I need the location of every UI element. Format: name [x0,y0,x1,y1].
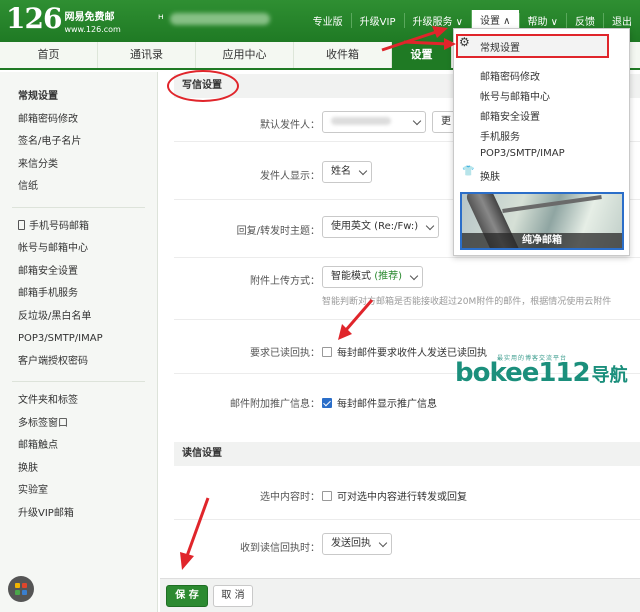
user-icon: ᵸ [158,12,164,26]
sender-display-select[interactable]: 姓名 [322,161,372,183]
settings-sidebar: 常规设置 邮箱密码修改 签名/电子名片 来信分类 信纸 手机号码邮箱 帐号与邮箱… [0,72,158,612]
divider [12,381,145,382]
logo-url: www.126.com [64,25,121,34]
menu-item-general[interactable]: 常规设置 [480,39,520,54]
watermark-brand: bokee112 [455,358,591,388]
divider [12,206,145,208]
cancel-button[interactable]: 取 消 [213,585,253,607]
nav-logout[interactable]: 退出 [603,13,640,28]
settings-dropdown-menu: ⚙ 常规设置 邮箱密码修改 帐号与邮箱中心 邮箱安全设置 手机服务 POP3/S… [453,28,630,256]
menu-item-skin[interactable]: 换肤 [480,168,500,183]
blurred-username [169,13,270,25]
section-read-settings: 读信设置 [174,442,640,466]
sidebar-item-touchpoint[interactable]: 邮箱触点 [0,435,157,458]
read-receipt-response-select[interactable]: 发送回执 [322,533,392,555]
nav-upgrade-vip[interactable]: 升级VIP [350,13,404,28]
nav-help[interactable]: 帮助 ∨ [518,13,567,28]
tab-app-center[interactable]: 应用中心 [196,42,294,68]
nav-pro[interactable]: 专业版 [305,13,351,28]
nav-settings[interactable]: 设置 ∧ [471,10,519,29]
sidebar-item-mail-filter[interactable]: 来信分类 [0,154,157,177]
menu-item-mobile-service[interactable]: 手机服务 [480,128,520,143]
sidebar-item-security[interactable]: 邮箱安全设置 [0,261,157,284]
gear-icon: ⚙ [459,35,470,49]
nav-feedback[interactable]: 反馈 [566,13,603,28]
select-content-checkbox[interactable] [322,490,332,501]
sidebar-item-general[interactable]: 常规设置 [0,86,157,109]
sidebar-item-folders[interactable]: 文件夹和标签 [0,390,157,413]
watermark-tagline: 最实用的博客交流平台 [497,355,568,362]
sidebar-item-client-auth[interactable]: 客户端授权密码 [0,351,157,374]
default-sender-label: 默认发件人： [260,120,320,131]
sidebar-item-mobile-service[interactable]: 邮箱手机服务 [0,283,157,306]
sidebar-item-skin[interactable]: 换肤 [0,458,157,481]
site-watermark: bokee112 导航 最实用的博客交流平台 [455,355,628,388]
sidebar-item-multitab[interactable]: 多标签窗口 [0,413,157,436]
menu-item-password[interactable]: 邮箱密码修改 [480,68,540,83]
nav-upgrade-service[interactable]: 升级服务 ∨ [403,13,472,28]
attachment-hint: 智能判断对方邮箱是否能接收超过20M附件的邮件，根据情况使用云附件 [322,297,612,307]
highlight-box [456,34,609,58]
row-read-receipt-response: 收到读信回执时： 发送回执 [174,520,640,570]
sidebar-item-account-center[interactable]: 帐号与邮箱中心 [0,238,157,261]
read-receipt-checkbox[interactable] [322,346,332,357]
sidebar-item-lab[interactable]: 实验室 [0,480,157,503]
row-select-content: 选中内容时： 可对选中内容进行转发或回复 [174,466,640,520]
sidebar-item-phone-mailbox[interactable]: 手机号码邮箱 [0,216,157,239]
menu-item-security[interactable]: 邮箱安全设置 [480,108,540,123]
action-bar: 保 存 取 消 [160,578,640,612]
sidebar-item-upgrade-vip[interactable]: 升级VIP邮箱 [0,503,157,526]
annotation-ellipse [167,70,239,102]
row-attachment-mode: 附件上传方式： 智能模式 (推荐) 智能判断对方邮箱是否能接收超过20M附件的邮… [174,258,640,320]
tab-home[interactable]: 首页 [0,42,98,68]
app-launcher-icon[interactable] [8,576,34,602]
watermark-cn: 导航 [591,365,628,386]
promo-info-text: 每封邮件显示推广信息 [337,399,437,410]
skin-thumbnail[interactable]: 纯净邮箱 [460,192,624,250]
tab-inbox[interactable]: 收件箱 [294,42,392,68]
attachment-mode-select[interactable]: 智能模式 (推荐) [322,266,423,288]
menu-item-pop3[interactable]: POP3/SMTP/IMAP [480,148,565,159]
skin-caption: 纯净邮箱 [462,233,622,248]
user-account[interactable]: ᵸ [158,12,270,26]
shirt-icon: 👕 [462,166,475,177]
sidebar-item-stationery[interactable]: 信纸 [0,176,157,199]
select-content-text: 可对选中内容进行转发或回复 [337,492,467,503]
phone-icon [18,219,25,230]
logo-title: 网易免费邮 [64,12,115,23]
menu-item-account-center[interactable]: 帐号与邮箱中心 [480,88,550,103]
logo-number: 126 [6,2,62,35]
sidebar-item-signature[interactable]: 签名/电子名片 [0,131,157,154]
top-nav: 专业版 升级VIP 升级服务 ∨ 设置 ∧ 帮助 ∨ 反馈 退出 [305,10,640,29]
sidebar-item-password[interactable]: 邮箱密码修改 [0,109,157,132]
tab-settings[interactable]: 设置 [392,42,452,68]
brand-logo[interactable]: 126 网易免费邮 www.126.com [6,2,121,35]
sidebar-item-pop3[interactable]: POP3/SMTP/IMAP [0,328,157,351]
default-sender-select[interactable] [322,111,426,133]
promo-info-checkbox[interactable] [322,397,332,408]
save-button[interactable]: 保 存 [166,585,208,607]
tab-contacts[interactable]: 通讯录 [98,42,196,68]
reply-subject-select[interactable]: 使用英文 (Re:/Fw:) [322,216,440,238]
sidebar-item-antispam[interactable]: 反垃圾/黑白名单 [0,306,157,329]
read-receipt-text: 每封邮件要求收件人发送已读回执 [337,348,487,359]
